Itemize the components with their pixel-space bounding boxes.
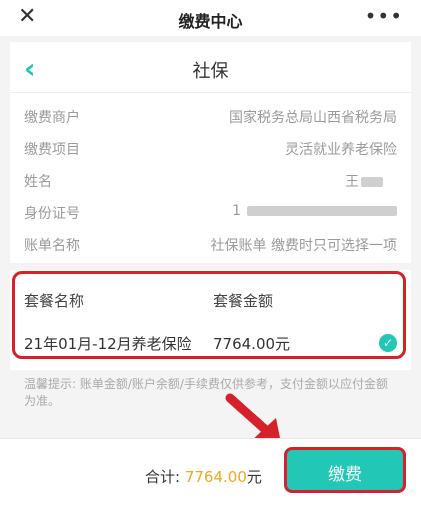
- info-label: 缴费项目: [24, 142, 80, 158]
- info-label: 身份证号: [24, 206, 80, 222]
- info-label: 缴费商户: [24, 110, 80, 126]
- info-label: 姓名: [24, 174, 52, 190]
- info-label: 账单名称: [24, 238, 80, 254]
- info-value: 国家税务总局山西省税务局: [229, 110, 397, 126]
- app-title: 缴费中心: [178, 12, 243, 31]
- info-row-item: 缴费项目 灵活就业养老保险: [24, 139, 397, 161]
- pay-button[interactable]: 缴费: [284, 447, 406, 493]
- info-value: 王: [345, 171, 383, 191]
- total-text: 合计: 7764.00元: [145, 466, 262, 487]
- tip-section: 温馨提示: 账单金额/账户余额/手续费仅供参考，支付金额以应付金额为准。: [10, 372, 411, 422]
- info-row-id: 身份证号 1: [24, 203, 397, 225]
- title-bar: ✕ 缴费中心 •••: [0, 0, 421, 36]
- total-unit: 元: [246, 468, 262, 486]
- redaction-mask: [247, 206, 397, 216]
- more-icon[interactable]: •••: [365, 4, 403, 28]
- info-row-bill: 账单名称 社保账单 缴费时只可选择一项: [24, 235, 397, 257]
- screen: ✕ 缴费中心 ••• ‹ 社保 缴费商户 国家税务总局山西省税务局 缴费项目 灵…: [0, 0, 421, 508]
- tip-text: 温馨提示: 账单金额/账户余额/手续费仅供参考，支付金额以应付金额为准。: [24, 377, 388, 408]
- pay-button-label: 缴费: [328, 465, 362, 485]
- total-label: 合计:: [145, 468, 185, 486]
- total-amount: 7764.00: [184, 468, 247, 486]
- id-visible-part: 1: [232, 203, 241, 219]
- info-row-merchant: 缴费商户 国家税务总局山西省税务局: [24, 107, 397, 129]
- info-value: 灵活就业养老保险: [285, 142, 397, 158]
- page-title: 社保: [192, 61, 229, 82]
- info-value: 1: [232, 203, 397, 219]
- name-visible-part: 王: [345, 174, 359, 190]
- bill-info: 缴费商户 国家税务总局山西省税务局 缴费项目 灵活就业养老保险 姓名 王 身份证…: [10, 93, 411, 263]
- redaction-mask: [361, 177, 383, 187]
- info-value: 社保账单 缴费时只可选择一项: [210, 238, 397, 254]
- highlight-box: [12, 271, 406, 359]
- info-row-name: 姓名 王: [24, 171, 397, 193]
- nav-bar: ‹ 社保: [10, 42, 411, 93]
